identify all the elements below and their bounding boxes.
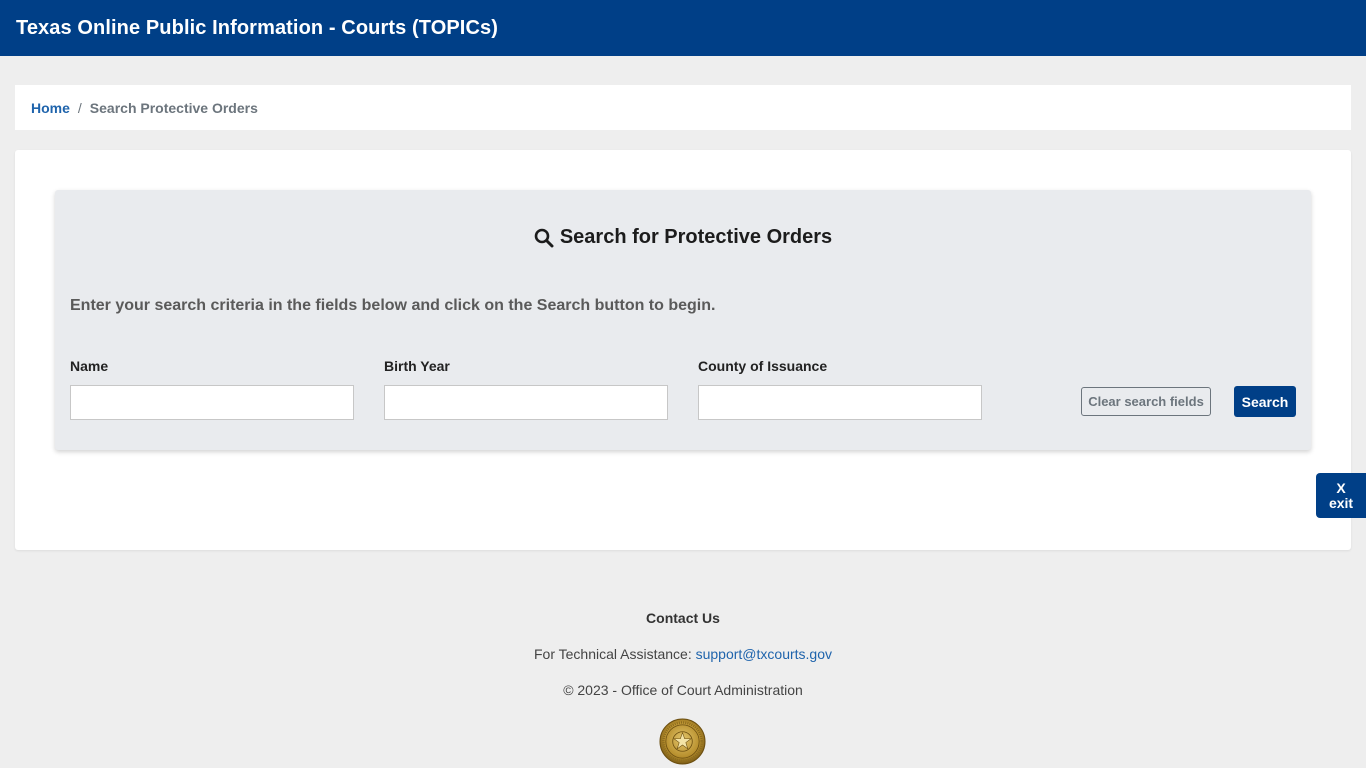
search-heading-text: Search for Protective Orders	[559, 226, 833, 248]
birth-year-input[interactable]	[384, 385, 668, 420]
exit-button[interactable]: X exit	[1316, 473, 1366, 518]
county-label: County of Issuance	[698, 358, 828, 374]
tech-assistance: For Technical Assistance: support@txcour…	[0, 644, 1366, 664]
exit-x-label: X	[1336, 479, 1346, 496]
support-email-link[interactable]: support@txcourts.gov	[696, 646, 832, 662]
birth-year-label: Birth Year	[384, 358, 450, 374]
search-panel: Search for Protective Orders Enter your …	[55, 190, 1311, 450]
breadcrumb: Home / Search Protective Orders	[15, 85, 1351, 130]
footer: Contact Us For Technical Assistance: sup…	[0, 608, 1366, 700]
name-field-group: Name	[70, 358, 354, 420]
breadcrumb-current: Search Protective Orders	[89, 99, 258, 116]
search-button[interactable]: Search	[1234, 386, 1296, 417]
site-title: Texas Online Public Information - Courts…	[16, 16, 498, 39]
tech-assistance-label: For Technical Assistance:	[534, 646, 692, 662]
texas-seal-icon	[659, 718, 706, 765]
search-heading: Search for Protective Orders	[55, 226, 1311, 249]
county-field-group: County of Issuance	[698, 358, 982, 420]
search-icon	[534, 228, 554, 247]
clear-search-button[interactable]: Clear search fields	[1081, 387, 1211, 416]
search-instructions: Enter your search criteria in the fields…	[70, 297, 716, 314]
breadcrumb-home-link[interactable]: Home	[31, 100, 70, 116]
birth-year-field-group: Birth Year	[384, 358, 668, 420]
breadcrumb-separator: /	[77, 99, 82, 116]
copyright: © 2023 - Office of Court Administration	[563, 682, 803, 698]
top-header-bar: Texas Online Public Information - Courts…	[0, 0, 1366, 56]
name-label: Name	[70, 358, 109, 374]
main-content-card: Search for Protective Orders Enter your …	[15, 150, 1351, 550]
contact-heading: Contact Us	[646, 610, 720, 626]
name-input[interactable]	[70, 385, 354, 420]
exit-label: exit	[1328, 494, 1354, 511]
county-input[interactable]	[698, 385, 982, 420]
